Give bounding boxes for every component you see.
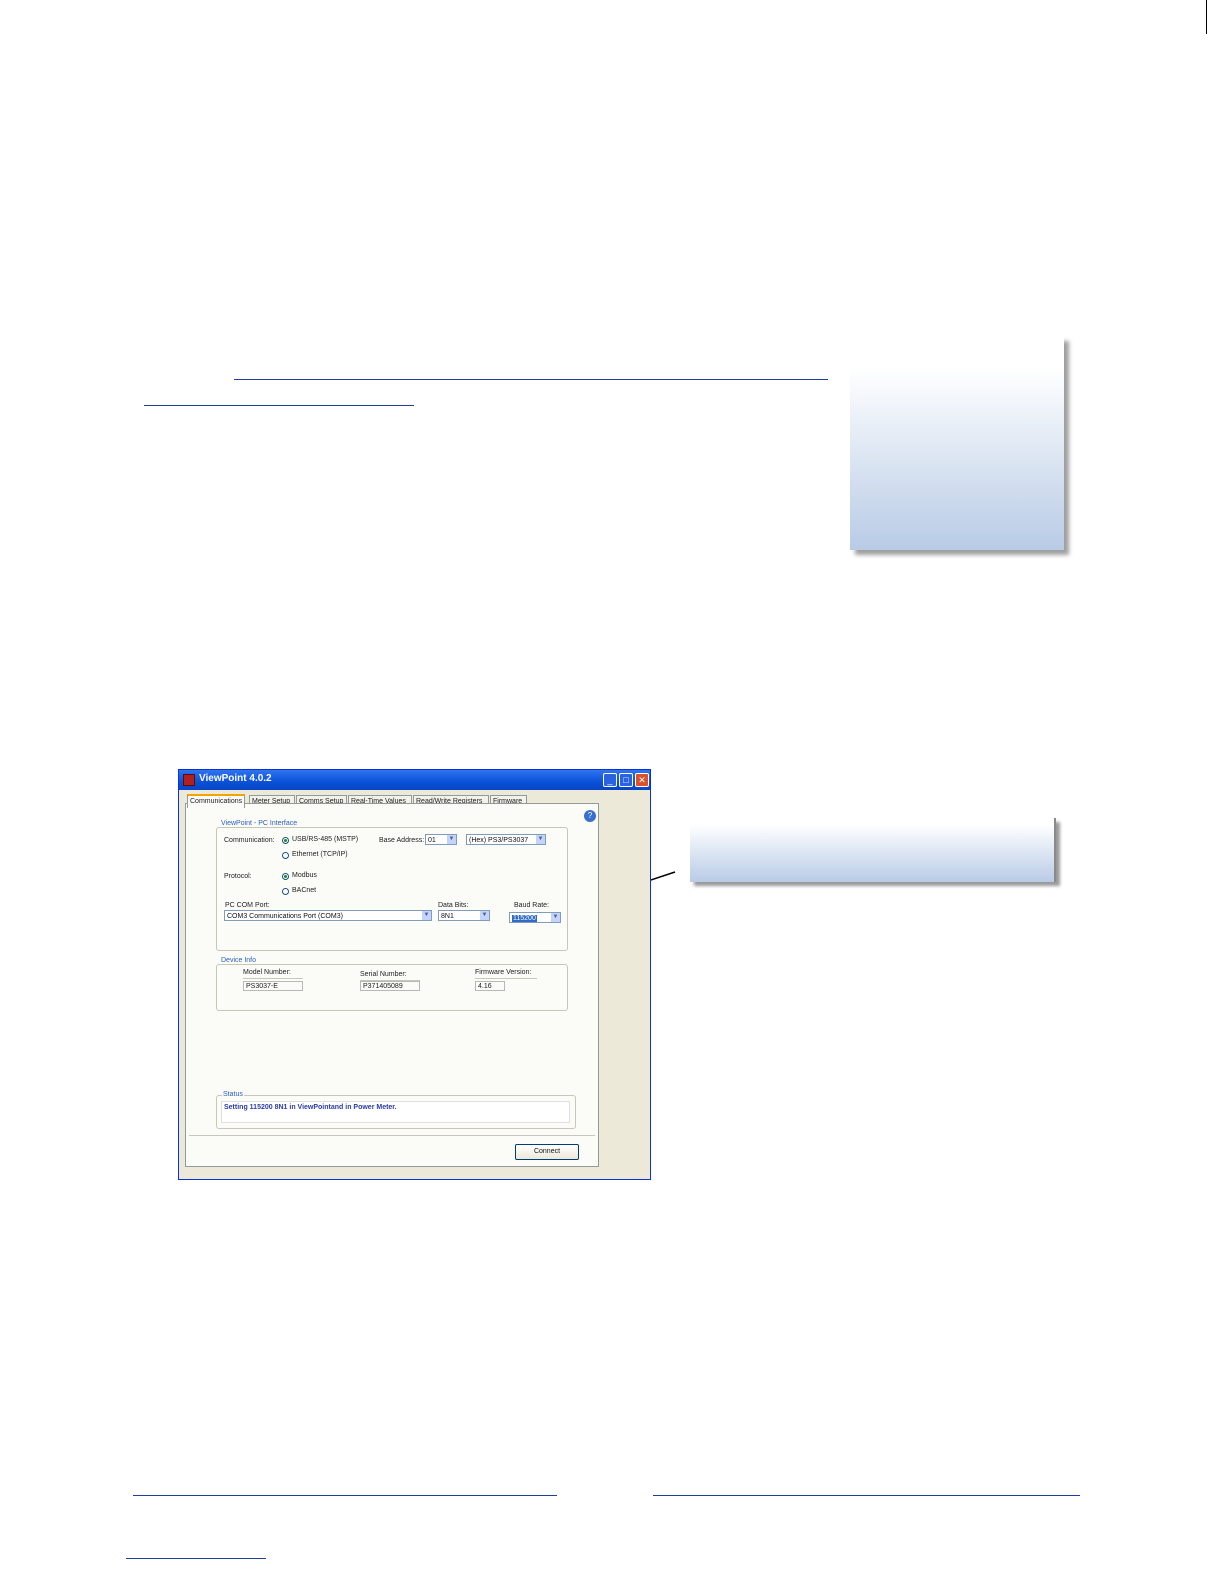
connect-button[interactable]: Connect [515,1144,579,1160]
pc-interface-group [216,827,568,951]
app-icon [183,774,195,786]
chevron-down-icon[interactable]: ▼ [551,913,560,922]
ethernet-radio[interactable] [282,852,289,859]
status-message: Setting 115200 8N1 in ViewPointand in Po… [221,1101,570,1123]
bacnet-radio[interactable] [282,888,289,895]
close-button[interactable]: ✕ [635,773,649,787]
footer-line-left [133,1495,557,1496]
ethernet-label[interactable]: Ethernet (TCP/IP) [292,851,348,858]
serial-number-field: P371405089 [360,981,420,991]
data-bits-value: 8N1 [441,913,454,920]
status-legend: Status [222,1091,244,1098]
com-port-select[interactable]: COM3 Communications Port (COM3) ▼ [224,910,432,921]
underlined-link-line-1[interactable] [234,379,828,380]
callout-box [850,336,1064,550]
chevron-down-icon[interactable]: ▼ [447,835,456,844]
window-title: ViewPoint 4.0.2 [199,773,272,784]
com-port-label: PC COM Port: [225,902,270,909]
bacnet-label[interactable]: BACnet [292,887,316,894]
serial-number-label: Serial Number: [360,971,407,978]
communication-label: Communication: [224,837,275,844]
model-number-field: PS3037-E [243,981,303,991]
baud-rate-select[interactable]: 115200 ▼ [509,912,561,923]
base-address-select[interactable]: 01 ▼ [425,834,457,845]
underlined-link-line-2[interactable] [144,405,414,406]
pc-interface-legend: ViewPoint - PC Interface [220,820,299,827]
model-number-underline [243,978,303,979]
firmware-version-underline [475,978,537,979]
page-edge-line [1206,0,1207,34]
base-address-label: Base Address: [379,837,425,844]
data-bits-select[interactable]: 8N1 ▼ [438,910,490,921]
baud-rate-label: Baud Rate: [514,902,550,909]
protocol-label: Protocol: [224,873,252,880]
base-address-value: 01 [428,837,436,844]
chevron-down-icon[interactable]: ▼ [422,911,431,920]
modbus-label[interactable]: Modbus [292,872,317,879]
model-number-label: Model Number: [243,969,291,976]
tab-communications[interactable]: Communications [187,794,245,808]
firmware-version-field: 4.16 [475,981,505,991]
usb-rs485-radio[interactable] [282,837,289,844]
firmware-version-label: Firmware Version: [475,969,532,976]
bottom-separator [189,1135,595,1136]
callout-box-baud [690,818,1056,882]
com-port-value: COM3 Communications Port (COM3) [227,913,343,920]
help-icon[interactable]: ? [584,810,596,822]
chevron-down-icon[interactable]: ▼ [536,835,545,844]
baud-rate-value: 115200 [512,915,537,922]
footer-line-right [653,1495,1080,1496]
usb-rs485-label[interactable]: USB/RS-485 (MSTP) [292,836,358,843]
modbus-radio[interactable] [282,873,289,880]
title-bar[interactable]: ViewPoint 4.0.2 _ □ ✕ [179,770,650,790]
chevron-down-icon[interactable]: ▼ [480,911,489,920]
model-type-value: (Hex) PS3/PS3037 [469,837,529,844]
maximize-button[interactable]: □ [619,773,633,787]
model-type-select[interactable]: (Hex) PS3/PS3037 ▼ [466,834,546,845]
viewpoint-window: ViewPoint 4.0.2 _ □ ✕ Communications Met… [178,769,651,1180]
data-bits-label: Data Bits: [438,902,469,909]
device-info-legend: Device Info [220,957,258,964]
footer-line-page[interactable] [126,1558,266,1559]
minimize-button[interactable]: _ [603,773,617,787]
